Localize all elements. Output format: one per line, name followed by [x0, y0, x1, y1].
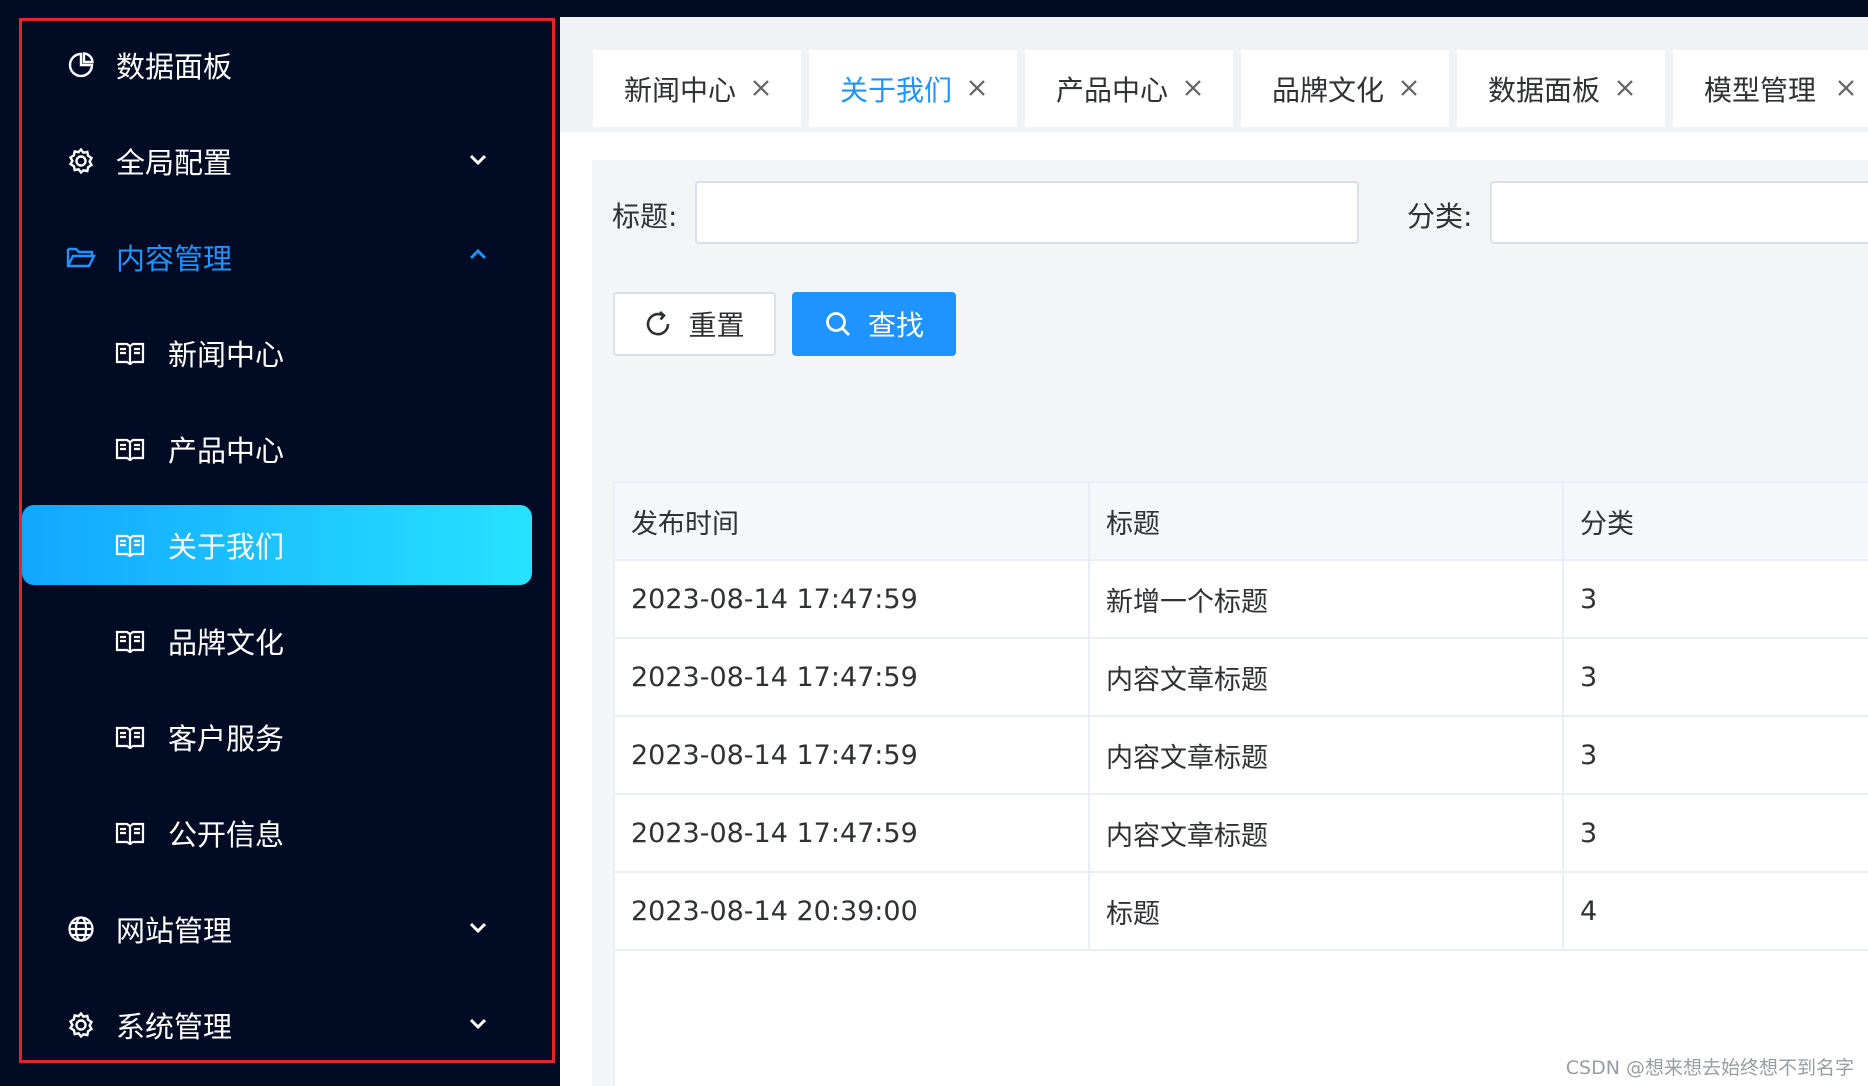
book-icon: [114, 722, 146, 752]
sidebar: 数据面板 全局配置 内容管理 新闻中心 产品中心 关于我们 品牌文化 客户服务 …: [0, 0, 560, 1086]
sidebar-item-label: 内容管理: [116, 242, 233, 276]
title-filter-label: 标题:: [612, 200, 678, 233]
tab-bar: 新闻中心 关于我们 产品中心 品牌文化 数据面板 模型管理: [560, 17, 1868, 132]
tab-label: 关于我们: [840, 73, 953, 107]
sidebar-item-public-info[interactable]: 公开信息: [22, 793, 532, 873]
book-icon: [114, 626, 146, 656]
table-cell-publish-time: 2023-08-14 17:47:59: [615, 561, 1090, 639]
column-header-title[interactable]: 标题: [1090, 483, 1564, 561]
tab-product-center[interactable]: 产品中心: [1025, 50, 1233, 127]
column-header-category[interactable]: 分类: [1564, 483, 1868, 561]
sidebar-item-content-management[interactable]: 内容管理: [22, 217, 532, 297]
table-cell-publish-time: 2023-08-14 17:47:59: [615, 717, 1090, 795]
sidebar-item-label: 公开信息: [168, 818, 285, 852]
reset-button-label: 重置: [688, 309, 745, 342]
close-icon[interactable]: [1399, 78, 1419, 98]
tab-about-us[interactable]: 关于我们: [809, 50, 1017, 127]
sidebar-item-global-config[interactable]: 全局配置: [22, 121, 532, 201]
sidebar-item-dashboard[interactable]: 数据面板: [22, 25, 532, 105]
sidebar-item-news-center[interactable]: 新闻中心: [22, 313, 532, 393]
tab-brand-culture[interactable]: 品牌文化: [1241, 50, 1449, 127]
table-cell-category: 3: [1564, 717, 1868, 795]
sidebar-item-customer-service[interactable]: 客户服务: [22, 697, 532, 777]
chevron-down-icon: [469, 1018, 487, 1030]
chevron-up-icon: [469, 248, 487, 260]
tab-model-management[interactable]: 模型管理: [1673, 50, 1868, 127]
tab-label: 模型管理: [1704, 73, 1817, 107]
table-cell-title: 新增一个标题: [1090, 561, 1564, 639]
table-cell-category: 3: [1564, 795, 1868, 873]
sidebar-item-system-management[interactable]: 系统管理: [22, 985, 532, 1065]
sidebar-item-site-management[interactable]: 网站管理: [22, 889, 532, 969]
main-panel: 新闻中心 关于我们 产品中心 品牌文化 数据面板 模型管理 标题: 分类: 重置: [560, 17, 1868, 1086]
search-button[interactable]: 查找: [792, 292, 956, 356]
pie-chart-icon: [66, 50, 96, 80]
sidebar-item-product-center[interactable]: 产品中心: [22, 409, 532, 489]
tab-label: 品牌文化: [1272, 73, 1385, 107]
tab-label: 数据面板: [1488, 73, 1601, 107]
table-cell-category: 3: [1564, 561, 1868, 639]
sidebar-item-label: 网站管理: [116, 914, 233, 948]
sidebar-item-label: 系统管理: [116, 1010, 233, 1044]
chevron-down-icon: [469, 154, 487, 166]
table-cell-title: 内容文章标题: [1090, 795, 1564, 873]
chevron-down-icon: [469, 922, 487, 934]
table-cell-title: 内容文章标题: [1090, 639, 1564, 717]
table-cell-category: 3: [1564, 639, 1868, 717]
folder-open-icon: [66, 242, 96, 272]
book-icon: [114, 434, 146, 464]
table-cell-publish-time: 2023-08-14 20:39:00: [615, 873, 1090, 951]
tab-news-center[interactable]: 新闻中心: [593, 50, 801, 127]
tab-label: 新闻中心: [624, 73, 737, 107]
close-icon[interactable]: [1183, 78, 1203, 98]
table-cell-publish-time: 2023-08-14 17:47:59: [615, 795, 1090, 873]
search-button-label: 查找: [867, 309, 924, 342]
close-icon[interactable]: [1615, 78, 1635, 98]
book-icon: [114, 818, 146, 848]
sidebar-item-about-us[interactable]: 关于我们: [22, 505, 532, 585]
gear-icon: [66, 146, 96, 176]
title-input[interactable]: [695, 181, 1359, 244]
close-icon[interactable]: [967, 78, 987, 98]
globe-icon: [66, 914, 96, 944]
refresh-icon: [647, 311, 670, 336]
close-icon[interactable]: [1836, 78, 1856, 98]
table-cell-title: 标题: [1090, 873, 1564, 951]
sidebar-item-label: 数据面板: [116, 50, 233, 84]
data-table: 发布时间 标题 分类 2023-08-14 17:47:59 新增一个标题 3 …: [613, 481, 1868, 1086]
sidebar-item-label: 客户服务: [168, 722, 285, 756]
column-header-publish-time[interactable]: 发布时间: [615, 483, 1090, 561]
sidebar-item-brand-culture[interactable]: 品牌文化: [22, 601, 532, 681]
tab-dashboard[interactable]: 数据面板: [1457, 50, 1665, 127]
sidebar-item-label: 新闻中心: [168, 338, 285, 372]
category-filter-label: 分类:: [1407, 200, 1473, 233]
table-cell-category: 4: [1564, 873, 1868, 951]
tab-label: 产品中心: [1056, 73, 1169, 107]
category-input[interactable]: [1490, 181, 1868, 244]
sidebar-item-label: 关于我们: [168, 530, 285, 564]
reset-button[interactable]: 重置: [613, 292, 776, 356]
sidebar-item-label: 产品中心: [168, 434, 285, 468]
table-cell-title: 内容文章标题: [1090, 717, 1564, 795]
sidebar-item-label: 品牌文化: [168, 626, 285, 660]
book-icon: [114, 338, 146, 368]
watermark: CSDN @想来想去始终想不到名字: [1565, 1057, 1854, 1079]
gear-icon: [66, 1010, 96, 1040]
search-icon: [826, 312, 850, 336]
book-icon: [114, 530, 146, 560]
close-icon[interactable]: [751, 78, 771, 98]
sidebar-item-label: 全局配置: [116, 146, 233, 180]
table-cell-publish-time: 2023-08-14 17:47:59: [615, 639, 1090, 717]
